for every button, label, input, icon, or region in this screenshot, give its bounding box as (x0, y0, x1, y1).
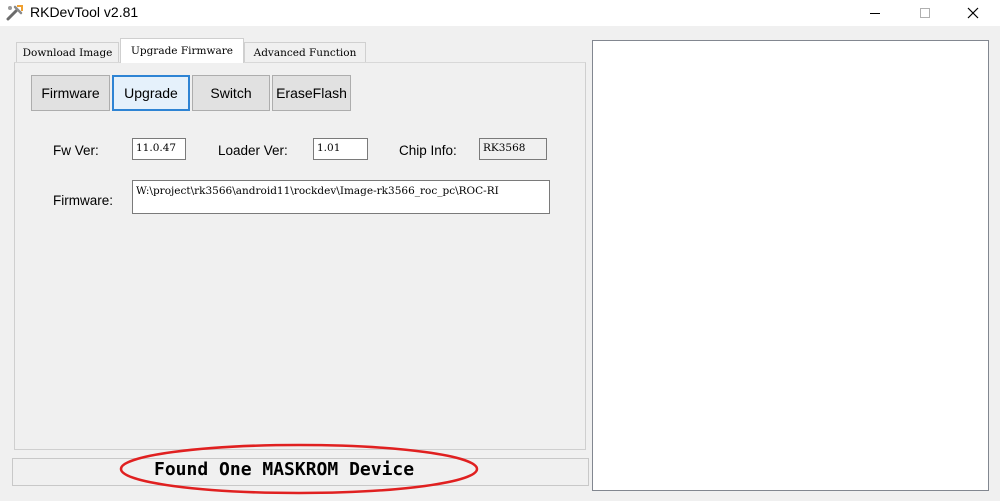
tab-advanced-function[interactable]: Advanced Function (244, 42, 366, 62)
maximize-icon (920, 8, 930, 18)
maximize-button[interactable] (902, 0, 948, 26)
title-bar: RKDevTool v2.81 (0, 0, 1000, 26)
erase-flash-button[interactable]: EraseFlash (272, 75, 351, 111)
close-icon (967, 7, 979, 19)
switch-button[interactable]: Switch (192, 75, 270, 111)
loader-ver-label: Loader Ver: (218, 143, 288, 158)
upgrade-button[interactable]: Upgrade (112, 75, 190, 111)
fw-ver-label: Fw Ver: (53, 143, 99, 158)
tab-upgrade-firmware[interactable]: Upgrade Firmware (120, 38, 244, 63)
firmware-path-label: Firmware: (53, 193, 113, 208)
minimize-icon (870, 13, 880, 14)
log-panel[interactable] (592, 40, 989, 491)
fw-ver-field[interactable]: 11.0.47 (132, 138, 186, 160)
app-window: RKDevTool v2.81 Download Image Upgrade F… (0, 0, 1000, 501)
tab-download-image[interactable]: Download Image (16, 42, 119, 62)
minimize-button[interactable] (852, 0, 898, 26)
upgrade-firmware-panel (14, 62, 586, 450)
rk-tool-icon (6, 4, 24, 22)
firmware-path-field[interactable]: W:\project\rk3566\android11\rockdev\Imag… (132, 180, 550, 214)
chip-info-field[interactable]: RK3568 (479, 138, 547, 160)
loader-ver-field[interactable]: 1.01 (313, 138, 368, 160)
window-title: RKDevTool v2.81 (30, 4, 139, 20)
status-message: Found One MASKROM Device (154, 459, 415, 480)
close-button[interactable] (950, 0, 996, 26)
chip-info-label: Chip Info: (399, 143, 457, 158)
firmware-button[interactable]: Firmware (31, 75, 110, 111)
